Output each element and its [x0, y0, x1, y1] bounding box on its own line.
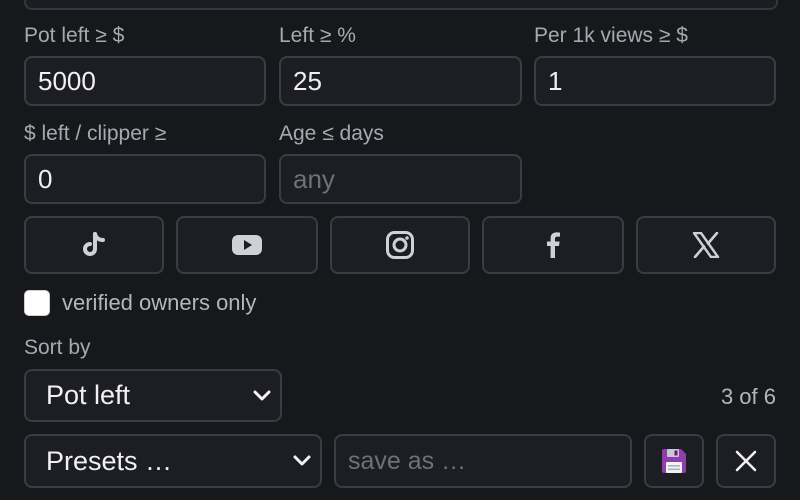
save-as-input[interactable]: save as …: [334, 434, 632, 488]
x-icon: [692, 232, 720, 258]
age-days-label: Age ≤ days: [279, 122, 384, 145]
verified-owners-checkbox[interactable]: [24, 290, 50, 316]
presets-select[interactable]: Presets …: [24, 434, 322, 488]
save-preset-button[interactable]: [644, 434, 704, 488]
clear-preset-button[interactable]: [716, 434, 776, 488]
left-per-clipper-input[interactable]: 0: [24, 154, 266, 204]
left-percent-label: Left ≥ %: [279, 24, 356, 47]
pot-left-label: Pot left ≥ $: [24, 24, 125, 47]
per-1k-views-label: Per 1k views ≥ $: [534, 24, 688, 47]
facebook-icon: [547, 232, 560, 258]
platform-youtube-button[interactable]: [176, 216, 318, 274]
result-count: 3 of 6: [720, 384, 776, 409]
floppy-disk-icon: [662, 449, 686, 473]
per-1k-views-input[interactable]: 1: [534, 56, 776, 106]
pot-left-input[interactable]: 5000: [24, 56, 266, 106]
chevron-down-icon: [293, 455, 311, 466]
platform-tiktok-button[interactable]: [24, 216, 164, 274]
instagram-icon: [386, 231, 414, 259]
close-icon: [735, 450, 757, 472]
previous-field-edge: [24, 0, 778, 10]
tiktok-icon: [83, 232, 105, 256]
platform-instagram-button[interactable]: [330, 216, 470, 274]
verified-owners-label[interactable]: verified owners only: [62, 290, 256, 316]
sort-by-label: Sort by: [24, 336, 91, 359]
platform-x-button[interactable]: [636, 216, 776, 274]
age-days-input[interactable]: any: [279, 154, 522, 204]
presets-selected-value: Presets …: [46, 445, 173, 476]
sort-select[interactable]: Pot left: [24, 369, 282, 422]
platform-facebook-button[interactable]: [482, 216, 624, 274]
sort-selected-value: Pot left: [46, 380, 131, 410]
chevron-down-icon: [253, 390, 271, 400]
left-percent-input[interactable]: 25: [279, 56, 522, 106]
left-per-clipper-label: $ left / clipper ≥: [24, 122, 167, 145]
youtube-icon: [232, 235, 262, 255]
